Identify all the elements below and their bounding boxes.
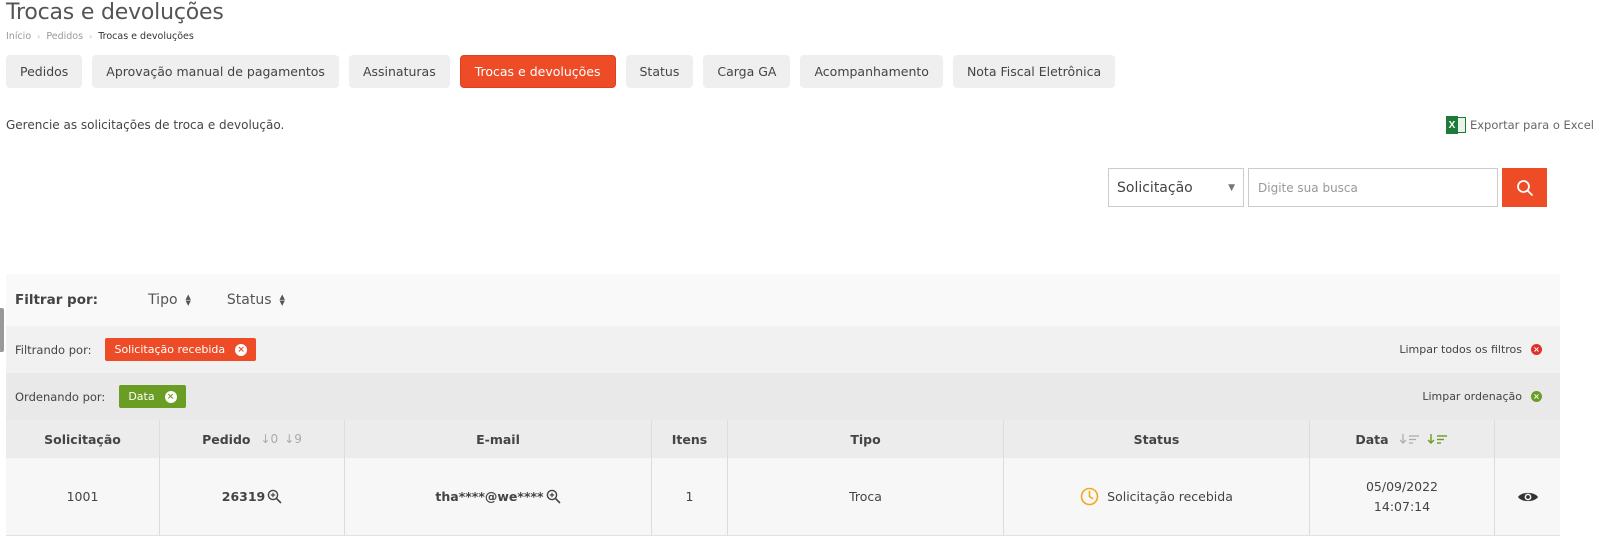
date-value: 05/09/2022 — [1365, 478, 1439, 494]
close-icon: × — [1531, 391, 1542, 402]
table-row: 1001 26319 tha****@we**** 1 Troca Solici… — [6, 458, 1560, 536]
cell-actions — [1495, 458, 1560, 535]
column-header-status: Status — [1004, 420, 1310, 458]
tab-aprovacao-manual[interactable]: Aprovação manual de pagamentos — [92, 55, 339, 88]
cell-tipo: Troca — [728, 458, 1004, 535]
filter-bar: Filtrar por: Tipo ▲ ▼ Status ▲ ▼ — [6, 274, 1560, 326]
tab-trocas-devolucoes[interactable]: Trocas e devoluções — [459, 55, 616, 88]
caret-down-icon: ▼ — [1228, 182, 1235, 193]
column-header-tipo: Tipo — [728, 420, 1004, 458]
page-description: Gerencie as solicitações de troca e devo… — [6, 118, 285, 132]
filter-chip: Solicitação recebida × — [105, 338, 257, 361]
status-label: Solicitação recebida — [1107, 489, 1233, 504]
column-header-pedido: Pedido ↓0 ↓9 — [160, 420, 345, 458]
sort-updown-icon: ▲ ▼ — [185, 293, 191, 307]
order-chip-label: Data — [128, 390, 155, 403]
clear-filters-link[interactable]: Limpar todos os filtros × — [1399, 343, 1542, 356]
eye-icon[interactable] — [1517, 490, 1539, 504]
breadcrumb-separator: › — [37, 32, 41, 41]
tab-nota-fiscal[interactable]: Nota Fiscal Eletrônica — [952, 55, 1116, 88]
email-value: tha****@we**** — [435, 489, 544, 504]
column-header-solicitacao: Solicitação — [6, 420, 160, 458]
search-type-select[interactable]: Solicitação ▼ — [1108, 168, 1244, 207]
sort-desc-icon[interactable]: ↓9 — [284, 432, 302, 446]
active-ordering-bar: Ordenando por: Data × Limpar ordenação × — [6, 373, 1560, 420]
cell-data: 05/09/2022 14:07:14 — [1310, 458, 1495, 535]
search-type-value: Solicitação — [1117, 179, 1193, 196]
order-number: 26319 — [221, 489, 266, 504]
tab-acompanhamento[interactable]: Acompanhamento — [800, 55, 943, 88]
clear-ordering-link[interactable]: Limpar ordenação × — [1422, 390, 1542, 403]
sort-ascending-icon[interactable] — [1399, 433, 1421, 445]
close-icon: × — [1531, 344, 1542, 355]
breadcrumb-separator: › — [89, 32, 93, 41]
breadcrumb-orders[interactable]: Pedidos — [46, 31, 83, 42]
filter-type-label: Tipo — [148, 292, 178, 308]
cell-solicitacao: 1001 — [6, 458, 160, 535]
filter-chip-label: Solicitação recebida — [114, 343, 226, 356]
export-excel-link[interactable]: X Exportar para o Excel — [1445, 116, 1594, 134]
search-icon — [1516, 179, 1533, 196]
filter-status-dropdown[interactable]: Status ▲ ▼ — [227, 292, 285, 308]
breadcrumb: Início › Pedidos › Trocas e devoluções — [6, 31, 194, 42]
column-header-data: Data — [1310, 420, 1495, 458]
order-chip: Data × — [119, 385, 186, 408]
cell-pedido: 26319 — [160, 458, 345, 535]
page-title: Trocas e devoluções — [6, 0, 224, 25]
filter-status-label: Status — [226, 292, 272, 308]
filter-type-dropdown[interactable]: Tipo ▲ ▼ — [148, 292, 191, 308]
breadcrumb-home[interactable]: Início — [6, 31, 31, 42]
search-input[interactable] — [1248, 168, 1498, 207]
cell-email: tha****@we**** — [345, 458, 652, 535]
filter-label: Filtrar por: — [15, 292, 99, 308]
ordering-label: Ordenando por: — [15, 389, 106, 404]
table-header: Solicitação Pedido ↓0 ↓9 E-mail Itens Ti… — [6, 420, 1560, 458]
breadcrumb-current: Trocas e devoluções — [98, 31, 194, 42]
sort-updown-icon: ▲ ▼ — [279, 293, 285, 307]
column-header-itens: Itens — [652, 420, 728, 458]
sort-descending-icon[interactable] — [1427, 433, 1449, 445]
tab-carga-ga[interactable]: Carga GA — [703, 55, 791, 88]
tab-assinaturas[interactable]: Assinaturas — [348, 55, 450, 88]
sort-asc-icon[interactable]: ↓0 — [261, 432, 279, 446]
remove-order-icon[interactable]: × — [164, 390, 177, 403]
export-excel-label: Exportar para o Excel — [1469, 118, 1594, 132]
active-filters-bar: Filtrando por: Solicitação recebida × Li… — [6, 326, 1560, 373]
clock-icon — [1080, 487, 1099, 506]
section-tabs: Pedidos Aprovação manual de pagamentos A… — [6, 55, 1116, 88]
tab-pedidos[interactable]: Pedidos — [6, 55, 83, 88]
excel-icon: X — [1445, 116, 1466, 134]
filtering-label: Filtrando por: — [15, 342, 92, 357]
zoom-in-icon[interactable] — [546, 489, 561, 504]
side-panel-handle[interactable] — [0, 308, 4, 352]
search-button[interactable] — [1502, 168, 1547, 207]
column-header-actions — [1495, 420, 1560, 458]
remove-filter-icon[interactable]: × — [235, 343, 248, 356]
cell-status: Solicitação recebida — [1004, 458, 1310, 535]
time-value: 14:07:14 — [1373, 498, 1431, 514]
column-header-email: E-mail — [345, 420, 652, 458]
clear-filters-label: Limpar todos os filtros — [1399, 343, 1522, 356]
cell-itens: 1 — [652, 458, 728, 535]
clear-ordering-label: Limpar ordenação — [1422, 390, 1522, 403]
tab-status[interactable]: Status — [625, 55, 694, 88]
zoom-in-icon[interactable] — [267, 489, 282, 504]
